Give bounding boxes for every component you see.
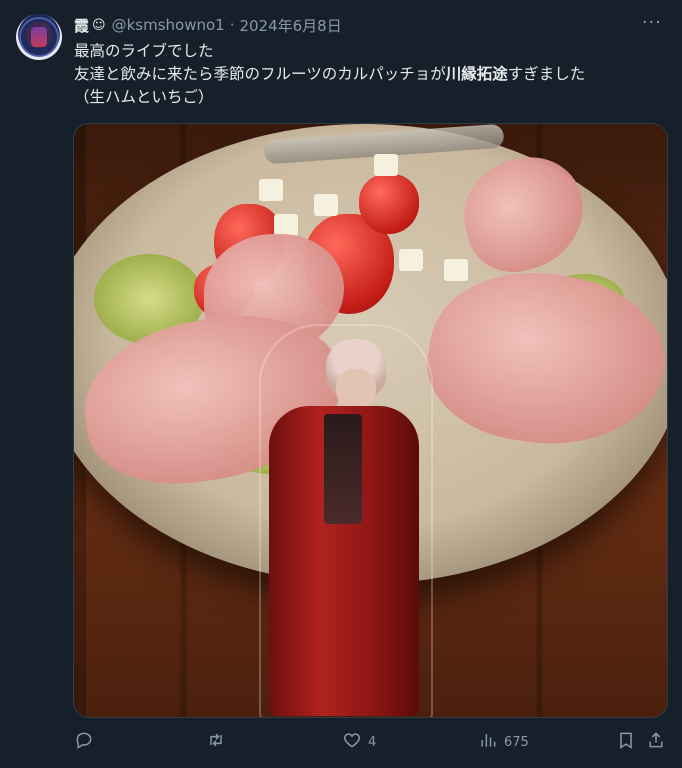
share-icon (646, 730, 666, 754)
retweet-icon (206, 730, 226, 754)
strawberry (359, 174, 419, 234)
views-icon (478, 730, 498, 754)
cheese-cube (274, 214, 298, 236)
avatar[interactable] (16, 14, 62, 60)
reply-icon (74, 730, 94, 754)
tweet-photo[interactable] (73, 123, 668, 718)
reply-button[interactable] (74, 730, 100, 754)
text-line-2-bold: 川縁拓途 (445, 65, 508, 83)
tweet-text: 最高のライブでした 友達と飲みに来たら季節のフルーツのカルパッチョが川縁拓途すぎ… (74, 40, 664, 109)
tweet-date[interactable]: 2024年6月8日 (239, 15, 341, 36)
cheese-cube (259, 179, 283, 201)
separator-dot: · (229, 16, 235, 34)
cheese-cube (444, 259, 468, 281)
more-icon[interactable]: ··· (642, 12, 662, 33)
figure-inner-shirt (324, 414, 362, 524)
share-button[interactable] (646, 730, 666, 754)
views-button[interactable]: 675 (478, 730, 529, 754)
cheese-cube (314, 194, 338, 216)
like-button[interactable]: 4 (342, 730, 376, 754)
avatar-figure (31, 27, 47, 47)
text-line-3: （生ハムといちご） (74, 88, 214, 106)
cheese-cube (399, 249, 423, 271)
user-handle[interactable]: @ksmshowno1 (112, 16, 225, 34)
action-bar: 4 675 (74, 728, 666, 756)
bookmark-icon (616, 730, 636, 754)
text-line-2-after: すぎました (507, 65, 586, 83)
like-icon (342, 730, 362, 754)
like-count: 4 (368, 734, 377, 750)
text-line-2-before: 友達と飲みに来たら季節のフルーツのカルパッチョが (74, 65, 446, 83)
text-line-1: 最高のライブでした (74, 42, 214, 60)
view-count: 675 (504, 734, 529, 750)
figure-face (336, 369, 376, 409)
bookmark-button[interactable] (616, 730, 636, 754)
retweet-button[interactable] (206, 730, 232, 754)
emoji-badge: ☺ (92, 17, 106, 33)
cheese-cube (374, 154, 398, 176)
tweet-header: 霞 ☺ @ksmshowno1 · 2024年6月8日 ··· (74, 12, 662, 36)
display-name[interactable]: 霞 (74, 15, 89, 36)
